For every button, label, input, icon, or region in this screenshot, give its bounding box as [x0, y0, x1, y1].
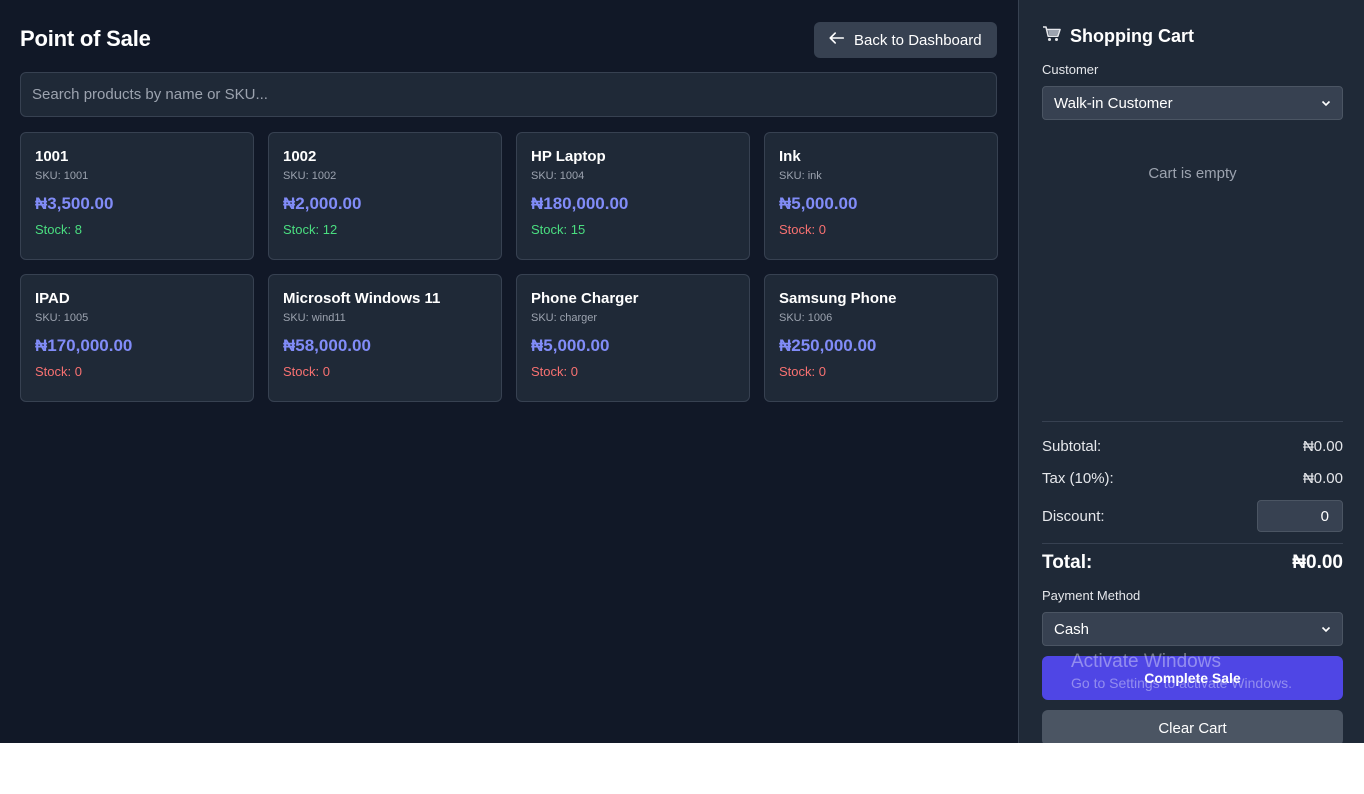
subtotal-value: ₦0.00: [1302, 438, 1343, 455]
chevron-down-icon: [1321, 95, 1331, 112]
customer-label: Customer: [1042, 62, 1099, 77]
discount-row: Discount:: [1042, 500, 1343, 532]
tax-row: Tax (10%): ₦0.00: [1042, 470, 1343, 487]
clear-cart-button[interactable]: Clear Cart: [1042, 710, 1343, 743]
product-price: ₦5,000.00: [531, 336, 610, 355]
product-price: ₦5,000.00: [779, 194, 858, 213]
product-card[interactable]: Ink SKU: ink ₦5,000.00 Stock: 0: [764, 132, 998, 260]
product-stock: Stock: 0: [35, 364, 82, 379]
product-search-input[interactable]: [20, 72, 997, 117]
arrow-left-icon: [828, 29, 846, 51]
product-price: ₦170,000.00: [35, 336, 133, 355]
shopping-cart-panel: Shopping Cart Customer Walk-in Customer …: [1018, 0, 1364, 743]
cart-title-label: Shopping Cart: [1070, 26, 1194, 46]
product-name: Ink: [779, 148, 801, 165]
product-sku: SKU: 1005: [35, 312, 89, 324]
product-stock: Stock: 12: [283, 222, 338, 237]
product-sku: SKU: 1006: [779, 312, 833, 324]
product-name: 1001: [35, 148, 69, 165]
product-price: ₦180,000.00: [531, 194, 629, 213]
product-sku: SKU: 1002: [283, 170, 337, 182]
total-label: Total:: [1042, 552, 1093, 573]
product-sku: SKU: charger: [531, 312, 598, 324]
cart-empty-message: Cart is empty: [1148, 165, 1237, 182]
product-name: Samsung Phone: [779, 290, 897, 307]
back-to-dashboard-button[interactable]: Back to Dashboard: [814, 22, 997, 58]
shopping-cart-icon: [1042, 24, 1062, 49]
pos-app: Point of Sale Back to Dashboard 1001 SKU…: [0, 0, 1364, 743]
page-title: Point of Sale: [20, 26, 151, 51]
back-button-label: Back to Dashboard: [854, 31, 982, 49]
product-card[interactable]: Microsoft Windows 11 SKU: wind11 ₦58,000…: [268, 274, 502, 402]
product-stock: Stock: 0: [283, 364, 330, 379]
product-sku: SKU: wind11: [283, 312, 346, 324]
product-sku: SKU: ink: [779, 170, 822, 182]
total-row: Total: ₦0.00: [1042, 552, 1343, 574]
product-sku: SKU: 1001: [35, 170, 89, 182]
discount-label: Discount:: [1042, 507, 1105, 525]
product-card[interactable]: 1001 SKU: 1001 ₦3,500.00 Stock: 8: [20, 132, 254, 260]
product-stock: Stock: 8: [35, 222, 82, 237]
product-name: 1002: [283, 148, 317, 165]
product-card[interactable]: 1002 SKU: 1002 ₦2,000.00 Stock: 12: [268, 132, 502, 260]
tax-value: ₦0.00: [1302, 470, 1343, 487]
product-card[interactable]: HP Laptop SKU: 1004 ₦180,000.00 Stock: 1…: [516, 132, 750, 260]
product-sku: SKU: 1004: [531, 170, 585, 182]
product-stock: Stock: 0: [779, 364, 826, 379]
subtotal-label: Subtotal:: [1042, 438, 1102, 455]
product-stock: Stock: 15: [531, 222, 586, 237]
product-card[interactable]: Samsung Phone SKU: 1006 ₦250,000.00 Stoc…: [764, 274, 998, 402]
product-price: ₦250,000.00: [779, 336, 877, 355]
product-name: Microsoft Windows 11: [283, 290, 441, 307]
complete-sale-button[interactable]: Complete Sale: [1042, 656, 1343, 700]
product-price: ₦3,500.00: [35, 194, 114, 213]
product-name: IPAD: [35, 290, 70, 307]
product-price: ₦2,000.00: [283, 194, 362, 213]
total-value: ₦0.00: [1292, 552, 1343, 573]
product-name: HP Laptop: [531, 148, 606, 165]
product-stock: Stock: 0: [531, 364, 578, 379]
payment-method-select[interactable]: Cash: [1042, 612, 1343, 646]
products-panel: Point of Sale Back to Dashboard 1001 SKU…: [0, 0, 1018, 743]
product-price: ₦58,000.00: [283, 336, 371, 355]
product-name: Phone Charger: [531, 290, 639, 307]
customer-select[interactable]: Walk-in Customer: [1042, 86, 1343, 120]
product-stock: Stock: 0: [779, 222, 826, 237]
discount-input[interactable]: [1257, 500, 1343, 532]
payment-method-value: Cash: [1054, 620, 1090, 638]
product-grid: 1001 SKU: 1001 ₦3,500.00 Stock: 8 1002 S…: [20, 132, 998, 402]
payment-method-label: Payment Method: [1042, 588, 1141, 603]
chevron-down-icon: [1321, 621, 1331, 638]
tax-label: Tax (10%):: [1042, 470, 1114, 487]
cart-title: Shopping Cart: [1042, 24, 1194, 49]
total-divider: [1042, 543, 1343, 544]
cart-summary-divider: [1042, 421, 1343, 422]
product-card[interactable]: IPAD SKU: 1005 ₦170,000.00 Stock: 0: [20, 274, 254, 402]
subtotal-row: Subtotal: ₦0.00: [1042, 438, 1343, 455]
customer-select-value: Walk-in Customer: [1054, 94, 1173, 112]
product-card[interactable]: Phone Charger SKU: charger ₦5,000.00 Sto…: [516, 274, 750, 402]
